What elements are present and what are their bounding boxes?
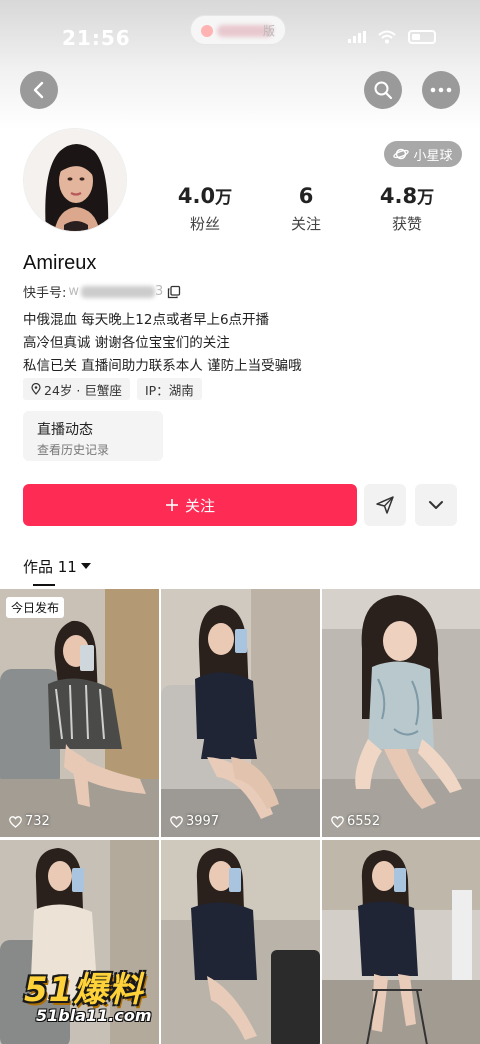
ip-tag-label: IP：湖南 (145, 382, 194, 398)
username: Amireux (23, 252, 97, 274)
work-thumbnail-photo (322, 840, 480, 1044)
follow-label: 关注 (184, 496, 215, 515)
avatar[interactable] (23, 128, 127, 232)
stat-likes[interactable]: 4.8万 获赞 (362, 183, 452, 234)
follow-button[interactable]: 关注 (23, 484, 357, 526)
wifi-icon (378, 30, 396, 44)
ip-tag: IP：湖南 (137, 378, 202, 400)
work-thumbnail-photo (161, 840, 320, 1044)
user-id: 快手号: w 3 (23, 282, 181, 301)
like-count: 3997 (170, 814, 219, 829)
stat-number: 4.0 (177, 184, 216, 208)
work-thumbnail-photo (322, 589, 480, 837)
work-thumbnail[interactable]: 3997 (161, 589, 320, 837)
copy-icon[interactable] (167, 285, 181, 299)
expand-button[interactable] (415, 484, 457, 526)
stat-label: 关注 (290, 215, 321, 233)
island-text: 版 (262, 24, 275, 38)
planet-icon (393, 148, 410, 160)
stat-value: 4.8万 (362, 183, 452, 211)
stat-following[interactable]: 6 关注 (261, 183, 351, 234)
send-icon (376, 496, 394, 514)
stat-unit: 万 (417, 188, 435, 208)
work-thumbnail-photo (161, 589, 320, 837)
like-count: 6552 (331, 814, 380, 829)
planet-badge[interactable]: 小星球 (384, 141, 462, 167)
stat-unit: 万 (215, 188, 233, 208)
live-card-subtitle: 查看历史记录 (37, 443, 110, 457)
stat-number: 4.8 (379, 184, 418, 208)
user-id-blurred (81, 285, 156, 298)
plus-icon (165, 499, 178, 511)
works-tab-label: 作品 11 (23, 558, 77, 576)
work-thumbnail[interactable]: 今日发布 732 (0, 589, 159, 837)
watermark-url: 51bla11.com (36, 1006, 152, 1025)
back-button[interactable] (20, 71, 58, 109)
heart-icon (9, 815, 22, 828)
header-background (0, 70, 480, 130)
live-card-title: 直播动态 (37, 422, 93, 438)
like-count: 732 (9, 814, 50, 829)
like-count-value: 6552 (347, 814, 381, 829)
tab-underline (33, 584, 55, 586)
dynamic-island: 版 (190, 15, 286, 45)
work-thumbnail[interactable] (322, 840, 480, 1044)
user-id-prefix: w (68, 284, 80, 299)
battery-icon (408, 30, 436, 44)
stat-number: 6 (298, 184, 314, 208)
today-badge: 今日发布 (6, 597, 65, 618)
bio-line: 私信已关 直播间助力联系本人 谨防上当受骗哦 (23, 358, 302, 374)
tab-works[interactable]: 作品 11 (23, 556, 91, 577)
like-count-value: 3997 (186, 814, 220, 829)
stat-label: 粉丝 (189, 215, 220, 233)
work-thumbnail[interactable]: 6552 (322, 589, 480, 837)
message-button[interactable] (364, 484, 406, 526)
heart-icon (331, 815, 344, 828)
avatar-photo (24, 129, 126, 231)
status-icons (348, 30, 436, 44)
search-button[interactable] (364, 71, 402, 109)
app-indicator-icon (201, 25, 213, 37)
planet-label: 小星球 (413, 148, 453, 164)
live-history-card[interactable]: 直播动态 查看历史记录 (23, 411, 163, 461)
work-thumbnail-photo (0, 589, 159, 837)
stat-value: 6 (261, 183, 351, 211)
more-button[interactable] (422, 71, 460, 109)
bio-line: 中俄混血 每天晚上12点或者早上6点开播 (23, 312, 270, 328)
chevron-left-icon (33, 81, 44, 99)
user-id-suffix: 3 (155, 284, 164, 299)
caret-down-icon (80, 563, 91, 569)
search-icon (374, 81, 393, 100)
bio-line: 高冷但真诚 谢谢各位宝宝们的关注 (23, 335, 230, 351)
location-pin-icon (31, 383, 41, 395)
more-dots-icon (430, 87, 452, 93)
stat-value: 4.0万 (160, 183, 250, 211)
work-thumbnail[interactable] (161, 840, 320, 1044)
age-tag: 24岁 · 巨蟹座 (23, 378, 130, 400)
watermark-logo: 51爆料 51bla11.com (20, 962, 180, 1028)
stat-label: 获赞 (391, 215, 422, 233)
stat-fans[interactable]: 4.0万 粉丝 (160, 183, 250, 234)
status-bar: 21:56 版 (0, 0, 480, 70)
age-tag-label: 24岁 · 巨蟹座 (44, 382, 122, 398)
heart-icon (170, 815, 183, 828)
cellular-signal-icon (348, 31, 366, 43)
status-time: 21:56 (62, 26, 131, 50)
chevron-down-icon (429, 501, 443, 509)
user-id-label: 快手号: (23, 286, 67, 301)
like-count-value: 732 (25, 814, 50, 829)
watermark-title: 51爆料 (24, 970, 144, 1010)
